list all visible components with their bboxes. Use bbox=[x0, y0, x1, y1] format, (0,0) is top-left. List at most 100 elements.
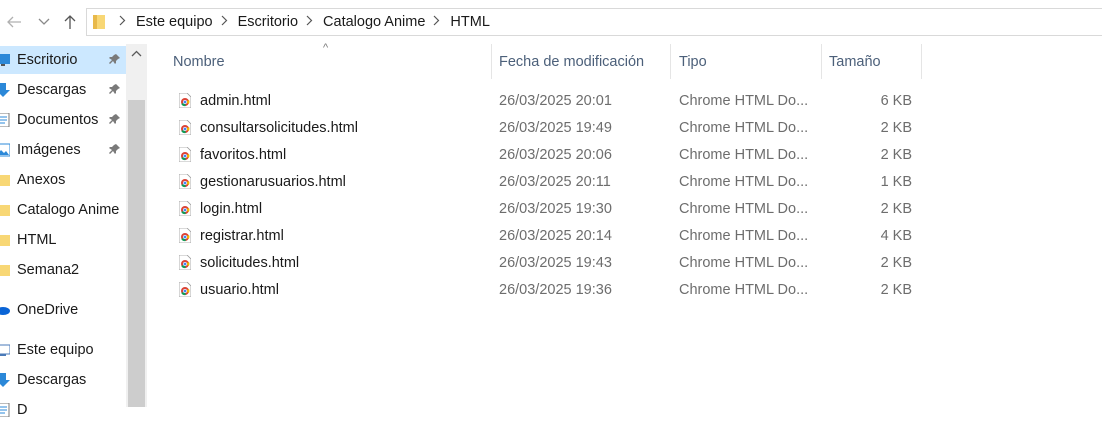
file-date: 26/03/2025 19:43 bbox=[499, 255, 612, 271]
sidebar-item-descargas[interactable]: Descargas bbox=[0, 76, 126, 104]
sidebar-item-semana2[interactable]: Semana2 bbox=[0, 256, 126, 284]
chevron-right-icon[interactable] bbox=[306, 15, 313, 29]
pin-icon bbox=[109, 113, 121, 129]
chrome-html-file-icon bbox=[178, 281, 192, 298]
chevron-down-icon[interactable] bbox=[34, 12, 54, 32]
column-header-size[interactable]: Tamaño bbox=[829, 44, 881, 79]
sidebar-item-imágenes[interactable]: Imágenes bbox=[0, 136, 126, 164]
file-list: ^ Nombre Fecha de modificación Tipo Tama… bbox=[147, 42, 1102, 407]
chrome-html-file-icon bbox=[178, 92, 192, 109]
sidebar-item-escritorio[interactable]: Escritorio bbox=[0, 46, 126, 74]
sidebar-item-label: OneDrive bbox=[17, 302, 79, 318]
file-size: 4 KB bbox=[880, 228, 912, 244]
sidebar-item-label: Escritorio bbox=[17, 52, 78, 68]
file-date: 26/03/2025 20:06 bbox=[499, 147, 612, 163]
sidebar-item-d[interactable]: D bbox=[0, 396, 126, 424]
sidebar-item-descargas[interactable]: Descargas bbox=[0, 366, 126, 394]
file-name[interactable]: consultarsolicitudes.html bbox=[200, 120, 358, 136]
sidebar-item-onedrive[interactable]: OneDrive bbox=[0, 296, 126, 324]
chrome-html-file-icon bbox=[178, 254, 192, 271]
chrome-html-file-icon bbox=[178, 200, 192, 217]
chevron-right-icon[interactable] bbox=[119, 15, 126, 29]
sidebar-item-label: Descargas bbox=[17, 82, 87, 98]
chrome-html-file-icon bbox=[178, 119, 192, 136]
breadcrumb-label[interactable]: Catalogo Anime bbox=[323, 14, 425, 30]
breadcrumb-label[interactable]: Escritorio bbox=[238, 14, 298, 30]
file-row[interactable]: gestionarusuarios.html 26/03/2025 20:11 Ch… bbox=[147, 169, 1102, 196]
file-type: Chrome HTML Do... bbox=[679, 93, 809, 109]
breadcrumb-item[interactable]: Escritorio bbox=[213, 14, 298, 30]
document-icon bbox=[0, 112, 10, 128]
sidebar-item-catalogo-anime[interactable]: Catalogo Anime bbox=[0, 196, 126, 224]
column-header-name[interactable]: Nombre bbox=[173, 44, 225, 79]
file-date: 26/03/2025 20:11 bbox=[499, 174, 611, 190]
sidebar-item-label: D bbox=[17, 402, 28, 418]
chrome-html-file-icon bbox=[178, 227, 192, 244]
file-row[interactable]: admin.html 26/03/2025 20:01 Chrome HTML Do… bbox=[147, 88, 1102, 115]
file-name[interactable]: login.html bbox=[200, 201, 262, 217]
sidebar-item-label: Descargas bbox=[17, 372, 87, 388]
file-name[interactable]: registrar.html bbox=[200, 228, 284, 244]
arrow-left-icon[interactable] bbox=[4, 12, 24, 32]
file-type: Chrome HTML Do... bbox=[679, 228, 809, 244]
column-header-type[interactable]: Tipo bbox=[679, 44, 707, 79]
image-icon bbox=[0, 143, 11, 157]
pin-icon bbox=[109, 53, 121, 69]
file-type: Chrome HTML Do... bbox=[679, 282, 809, 298]
column-header-date[interactable]: Fecha de modificación bbox=[499, 44, 644, 79]
folder-icon bbox=[0, 233, 10, 247]
download-arrow-icon bbox=[0, 83, 10, 97]
file-date: 26/03/2025 20:01 bbox=[499, 93, 612, 109]
folder-icon bbox=[0, 173, 10, 187]
chevron-right-icon[interactable] bbox=[433, 15, 440, 29]
download-arrow-icon bbox=[0, 373, 10, 387]
column-divider[interactable] bbox=[821, 44, 822, 79]
breadcrumb-label[interactable]: Este equipo bbox=[136, 14, 213, 30]
file-date: 26/03/2025 19:36 bbox=[499, 282, 612, 298]
breadcrumb-item[interactable]: Este equipo bbox=[111, 14, 213, 30]
document-icon bbox=[0, 402, 10, 418]
pin-icon bbox=[109, 83, 121, 99]
column-divider[interactable] bbox=[670, 44, 671, 79]
sidebar-scrollbar[interactable] bbox=[126, 44, 147, 407]
sidebar-item-documentos[interactable]: Documentos bbox=[0, 106, 126, 134]
file-type: Chrome HTML Do... bbox=[679, 174, 809, 190]
file-type: Chrome HTML Do... bbox=[679, 120, 809, 136]
folder-icon bbox=[0, 263, 10, 277]
sidebar-item-label: HTML bbox=[17, 232, 57, 248]
sidebar-item-label: Documentos bbox=[17, 112, 99, 128]
file-name[interactable]: favoritos.html bbox=[200, 147, 286, 163]
file-row[interactable]: usuario.html 26/03/2025 19:36 Chrome HTML … bbox=[147, 277, 1102, 304]
file-size: 2 KB bbox=[880, 147, 912, 163]
file-row[interactable]: favoritos.html 26/03/2025 20:06 Chrome HTM… bbox=[147, 142, 1102, 169]
breadcrumb-item[interactable]: Catalogo Anime bbox=[298, 14, 425, 30]
file-type: Chrome HTML Do... bbox=[679, 255, 809, 271]
arrow-up-icon[interactable] bbox=[60, 12, 80, 32]
sidebar-item-html[interactable]: HTML bbox=[0, 226, 126, 254]
scrollbar-thumb[interactable] bbox=[128, 100, 145, 407]
file-size: 2 KB bbox=[880, 120, 912, 136]
file-name[interactable]: admin.html bbox=[200, 93, 271, 109]
file-row[interactable]: solicitudes.html 26/03/2025 19:43 Chrome H… bbox=[147, 250, 1102, 277]
sidebar-item-este-equipo[interactable]: Este equipo bbox=[0, 336, 126, 364]
file-date: 26/03/2025 19:30 bbox=[499, 201, 612, 217]
column-divider[interactable] bbox=[491, 44, 492, 79]
file-row[interactable]: registrar.html 26/03/2025 20:14 Chrome HTM… bbox=[147, 223, 1102, 250]
scroll-up-icon[interactable] bbox=[131, 50, 142, 57]
file-date: 26/03/2025 20:14 bbox=[499, 228, 612, 244]
file-name[interactable]: gestionarusuarios.html bbox=[200, 174, 346, 190]
address-bar[interactable]: Este equipo Escritorio Catalogo Anime HTML bbox=[86, 8, 1102, 36]
breadcrumb-label[interactable]: HTML bbox=[450, 14, 489, 30]
folder-icon bbox=[0, 203, 10, 217]
file-name[interactable]: solicitudes.html bbox=[200, 255, 299, 271]
file-row[interactable]: consultarsolicitudes.html 26/03/2025 19:4… bbox=[147, 115, 1102, 142]
breadcrumb-item[interactable]: HTML bbox=[425, 14, 490, 30]
file-size: 2 KB bbox=[880, 282, 912, 298]
file-row[interactable]: login.html 26/03/2025 19:30 Chrome HTML Do… bbox=[147, 196, 1102, 223]
file-name[interactable]: usuario.html bbox=[200, 282, 279, 298]
column-divider[interactable] bbox=[921, 44, 922, 79]
navigation-bar: Este equipo Escritorio Catalogo Anime HTML bbox=[0, 0, 1102, 44]
desktop-icon bbox=[0, 53, 10, 67]
sidebar-item-anexos[interactable]: Anexos bbox=[0, 166, 126, 194]
chevron-right-icon[interactable] bbox=[221, 15, 228, 29]
